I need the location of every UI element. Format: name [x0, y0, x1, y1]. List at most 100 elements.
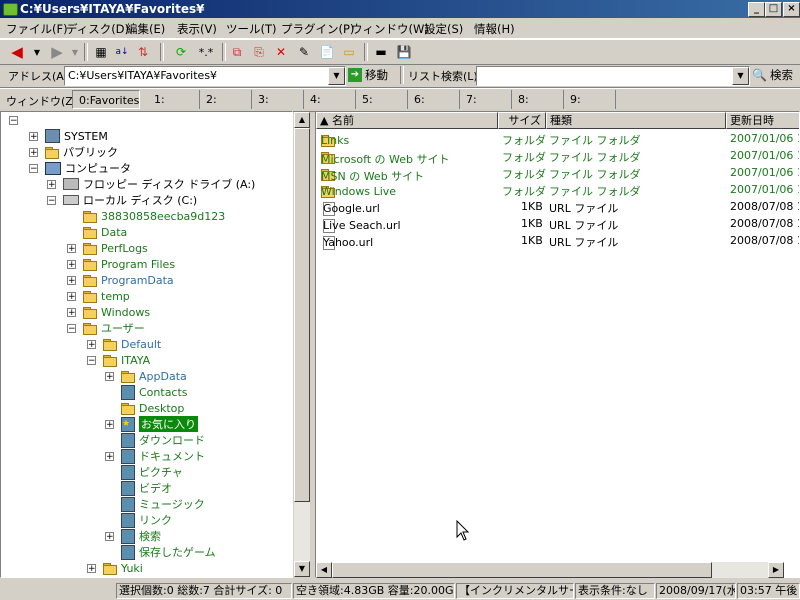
scroll-thumb[interactable]: [294, 128, 310, 502]
go-button[interactable]: ➔ 移動: [348, 67, 388, 83]
scroll-down-icon[interactable]: ▼: [294, 561, 310, 577]
menu-settings[interactable]: 設定(S): [424, 21, 463, 37]
list-hscrollbar[interactable]: ◀ ▶: [316, 562, 784, 578]
move-icon[interactable]: ⎘: [250, 43, 268, 61]
table-row[interactable]: MSN の Web サイト フォルダ ファイル フォルダ 2007/01/06 …: [316, 164, 799, 183]
menu-disk[interactable]: ディスク(D): [66, 21, 129, 37]
search-button[interactable]: 🔍 検索: [752, 67, 793, 83]
expand-toggle[interactable]: +: [105, 420, 114, 430]
expand-toggle[interactable]: −: [47, 196, 56, 206]
minimize-button[interactable]: _: [748, 2, 765, 17]
tree-node-floppy[interactable]: フロッピー ディスク ドライブ (A:): [63, 176, 255, 192]
table-row[interactable]: Live Seach.url 1KB URL ファイル 2008/07/08 1: [316, 215, 799, 233]
column-header-size[interactable]: サイズ: [498, 112, 546, 129]
expand-toggle[interactable]: +: [105, 372, 114, 382]
table-row[interactable]: Microsoft の Web サイト フォルダ ファイル フォルダ 2007/…: [316, 147, 799, 166]
tree-node-favorites[interactable]: ★ お気に入り: [121, 416, 198, 432]
expand-toggle[interactable]: +: [67, 260, 76, 270]
scroll-left-icon[interactable]: ◀: [316, 562, 332, 578]
scroll-thumb[interactable]: [332, 562, 712, 578]
tab-window-8[interactable]: 8:: [512, 90, 564, 109]
console-icon[interactable]: ▬: [372, 43, 390, 61]
filter-icon[interactable]: *.*: [194, 43, 218, 61]
expand-toggle[interactable]: +: [29, 148, 38, 158]
tab-window-6[interactable]: 6:: [408, 90, 460, 109]
file-list[interactable]: ▲ 名前 サイズ 種類 更新日時 Links フォルダ ファイル フォルダ 20…: [315, 111, 800, 578]
tree-node-folder[interactable]: ピクチャ: [121, 464, 183, 480]
scroll-up-icon[interactable]: ▲: [294, 112, 310, 128]
tree-node-folder[interactable]: リンク: [121, 512, 172, 528]
tab-window-2[interactable]: 2:: [200, 90, 252, 109]
expand-toggle[interactable]: +: [87, 340, 96, 350]
details-view-icon[interactable]: ▦: [92, 43, 110, 61]
tree-node-folder[interactable]: ProgramData: [83, 272, 174, 288]
rename-icon[interactable]: ✎: [295, 43, 313, 61]
list-search-input[interactable]: ▼: [476, 66, 750, 86]
sort-az-icon[interactable]: a↓: [113, 43, 131, 61]
tab-window-9[interactable]: 9:: [564, 90, 616, 109]
tab-window-4[interactable]: 4:: [304, 90, 356, 109]
expand-toggle[interactable]: −: [67, 324, 76, 334]
tree-node-folder[interactable]: ユーザー: [83, 320, 145, 336]
expand-toggle[interactable]: +: [67, 308, 76, 318]
tree-node-folder[interactable]: Default: [103, 336, 161, 352]
sort-icon[interactable]: ⇅: [134, 43, 152, 61]
delete-icon[interactable]: ✕: [272, 43, 290, 61]
table-row[interactable]: Windows Live フォルダ ファイル フォルダ 2007/01/06 1…: [316, 181, 799, 198]
back-dropdown-icon[interactable]: ▼: [28, 43, 46, 61]
tree-node-computer[interactable]: コンピュータ: [45, 160, 131, 176]
tab-window-5[interactable]: 5:: [356, 90, 408, 109]
new-folder-icon[interactable]: ▭: [340, 43, 358, 61]
menu-tools[interactable]: ツール(T): [226, 21, 277, 37]
tree-scrollbar[interactable]: ▲ ▼: [294, 112, 310, 577]
folder-tree[interactable]: − + SYSTEM + パブリック − コンピュータ + フロッピー ディスク…: [0, 111, 293, 578]
tree-node-folder[interactable]: ドキュメント: [121, 448, 205, 464]
tree-node-folder[interactable]: AppData: [121, 368, 187, 384]
tree-node-folder[interactable]: ITAYA: [103, 352, 150, 368]
column-header-name[interactable]: ▲ 名前: [316, 112, 498, 129]
tab-window-7[interactable]: 7:: [460, 90, 512, 109]
table-row[interactable]: Google.url 1KB URL ファイル 2008/07/08 1: [316, 198, 799, 216]
copy-icon[interactable]: ⧉: [228, 43, 246, 61]
expand-toggle[interactable]: +: [29, 132, 38, 142]
address-input[interactable]: C:¥Users¥ITAYA¥Favorites¥ ▼: [64, 66, 346, 86]
expand-toggle[interactable]: +: [67, 244, 76, 254]
tree-node-folder[interactable]: Desktop: [121, 400, 184, 416]
forward-icon[interactable]: ▶: [48, 43, 66, 61]
expand-toggle[interactable]: +: [105, 452, 114, 462]
forward-dropdown-icon[interactable]: ▼: [66, 43, 84, 61]
tree-node-folder[interactable]: temp: [83, 288, 130, 304]
tree-node-local-disk[interactable]: ローカル ディスク (C:): [63, 192, 197, 208]
tree-node-folder[interactable]: ダウンロード: [121, 432, 205, 448]
close-button[interactable]: ×: [783, 2, 800, 17]
scroll-right-icon[interactable]: ▶: [768, 562, 784, 578]
column-header-date[interactable]: 更新日時: [726, 112, 799, 129]
menu-info[interactable]: 情報(H): [474, 21, 515, 37]
tree-node-folder[interactable]: 検索: [121, 528, 161, 544]
tree-node-folder[interactable]: PerfLogs: [83, 240, 148, 256]
tree-node-folder[interactable]: Program Files: [83, 256, 175, 272]
tree-node-folder[interactable]: ミュージック: [121, 496, 205, 512]
tab-window-0[interactable]: 0:Favorites: [72, 90, 140, 109]
expand-toggle[interactable]: +: [105, 532, 114, 542]
expand-toggle[interactable]: +: [67, 292, 76, 302]
maximize-button[interactable]: □: [765, 2, 782, 17]
expand-toggle[interactable]: −: [29, 164, 38, 174]
tree-node-folder[interactable]: Windows: [83, 304, 150, 320]
column-header-type[interactable]: 種類: [546, 112, 726, 129]
table-row[interactable]: Links フォルダ ファイル フォルダ 2007/01/06 18: [316, 130, 799, 147]
tab-window-1[interactable]: 1:: [148, 90, 200, 109]
menu-edit[interactable]: 編集(E): [126, 21, 165, 37]
menu-file[interactable]: ファイル(F): [6, 21, 68, 37]
expand-toggle[interactable]: +: [67, 276, 76, 286]
tab-window-3[interactable]: 3:: [252, 90, 304, 109]
save-icon[interactable]: 💾: [395, 43, 413, 61]
tree-node-folder[interactable]: Yuki: [103, 560, 143, 576]
tree-node-public[interactable]: パブリック: [45, 144, 118, 160]
tree-node-folder[interactable]: ビデオ: [121, 480, 172, 496]
tree-node-system[interactable]: SYSTEM: [45, 128, 108, 144]
address-dropdown-icon[interactable]: ▼: [328, 67, 345, 85]
expand-toggle[interactable]: −: [9, 116, 18, 126]
list-search-dropdown-icon[interactable]: ▼: [732, 67, 749, 85]
expand-toggle[interactable]: +: [87, 564, 96, 574]
